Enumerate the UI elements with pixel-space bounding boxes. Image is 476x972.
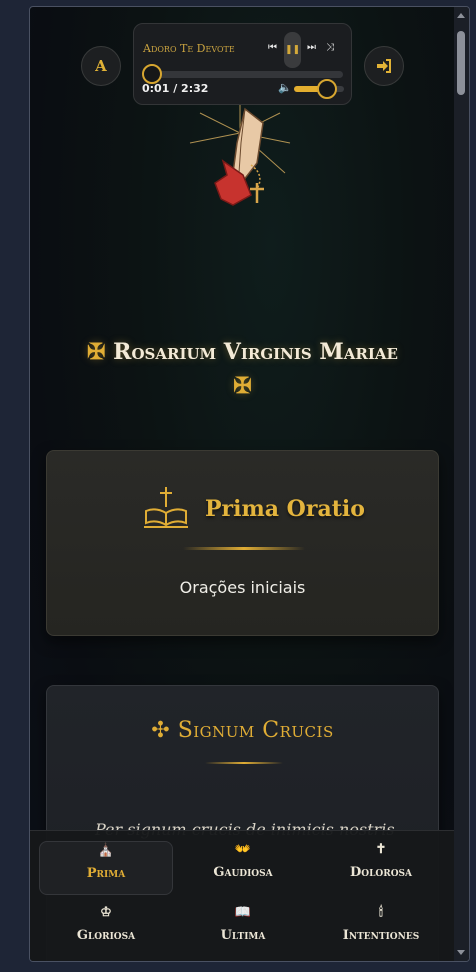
font-size-button[interactable]: A (81, 46, 121, 86)
progress-handle[interactable] (142, 64, 162, 84)
track-title: Adoro Te Devote (143, 42, 235, 55)
card-title: ✣ Signum Crucis (47, 718, 438, 743)
scroll-up-arrow-icon[interactable] (457, 13, 465, 18)
pause-icon[interactable]: ❚❚ (284, 32, 301, 68)
open-hands-icon: 👐 (234, 842, 252, 857)
skip-previous-icon[interactable]: ⏮ (268, 42, 277, 54)
nav-item-prima[interactable]: ⛪ Prima (39, 841, 173, 895)
cross-icon: ✠ (233, 373, 252, 399)
card-title-text: Signum Crucis (177, 718, 334, 743)
sign-in-icon (377, 59, 391, 73)
card-title: Prima Oratio (205, 496, 365, 522)
nav-label: Gloriosa (76, 928, 136, 943)
bible-cross-icon (144, 487, 188, 528)
scrollbar-thumb[interactable] (457, 31, 465, 95)
book-icon: 📖 (234, 905, 252, 920)
nav-item-gaudiosa[interactable]: 👐 Gaudiosa (176, 841, 310, 895)
progress-bar[interactable] (148, 71, 343, 78)
skip-next-icon[interactable]: ⏭ (307, 42, 316, 54)
shuffle-icon[interactable]: ⤨ (326, 42, 334, 54)
nav-label: Dolorosa (349, 865, 413, 880)
nav-item-intentiones[interactable]: 🕯 Intentiones (314, 904, 448, 958)
volume-handle[interactable] (317, 79, 337, 99)
page-title: ✠ Rosarium Virginis Mariae ✠ (40, 335, 445, 403)
praying-hands-icon (189, 105, 291, 206)
nav-item-ultima[interactable]: 📖 Ultima (176, 904, 310, 958)
crown-icon: ♔ (100, 905, 112, 920)
time-readout: 0:01 / 2:32 (142, 82, 209, 95)
login-button[interactable] (364, 46, 404, 86)
divider (183, 547, 305, 550)
cross-icon: ✣ (151, 718, 171, 743)
bottom-nav: ⛪ Prima 👐 Gaudiosa ✝ Dolorosa ♔ Gloriosa… (30, 830, 456, 961)
cross-icon: ✝ (375, 842, 387, 857)
scrollbar[interactable] (454, 7, 469, 961)
page-title-text: Rosarium Virginis Mariae (113, 339, 398, 365)
nav-label: Intentiones (342, 928, 420, 943)
volume-icon[interactable]: 🔈 (278, 81, 292, 94)
card-subtitle: Orações iniciais (179, 578, 306, 597)
nav-label: Ultima (220, 928, 266, 943)
church-icon: ⛪ (97, 843, 115, 858)
app-viewport: A Adoro Te Devote ⏮ ❚❚ ⏭ ⤨ 0:01 / 2:32 🔈 (29, 6, 470, 962)
nav-item-gloriosa[interactable]: ♔ Gloriosa (39, 904, 173, 958)
cross-icon: ✠ (87, 339, 106, 365)
scroll-down-arrow-icon[interactable] (457, 950, 465, 955)
nav-label: Gaudiosa (213, 865, 273, 880)
divider (205, 762, 283, 764)
nav-item-dolorosa[interactable]: ✝ Dolorosa (314, 841, 448, 895)
nav-label: Prima (86, 866, 126, 881)
candles-icon: 🕯 (379, 905, 383, 920)
prayer-card-prima-oratio[interactable]: Prima Oratio Orações iniciais (46, 450, 439, 636)
audio-player: Adoro Te Devote ⏮ ❚❚ ⏭ ⤨ 0:01 / 2:32 🔈 (133, 23, 352, 105)
